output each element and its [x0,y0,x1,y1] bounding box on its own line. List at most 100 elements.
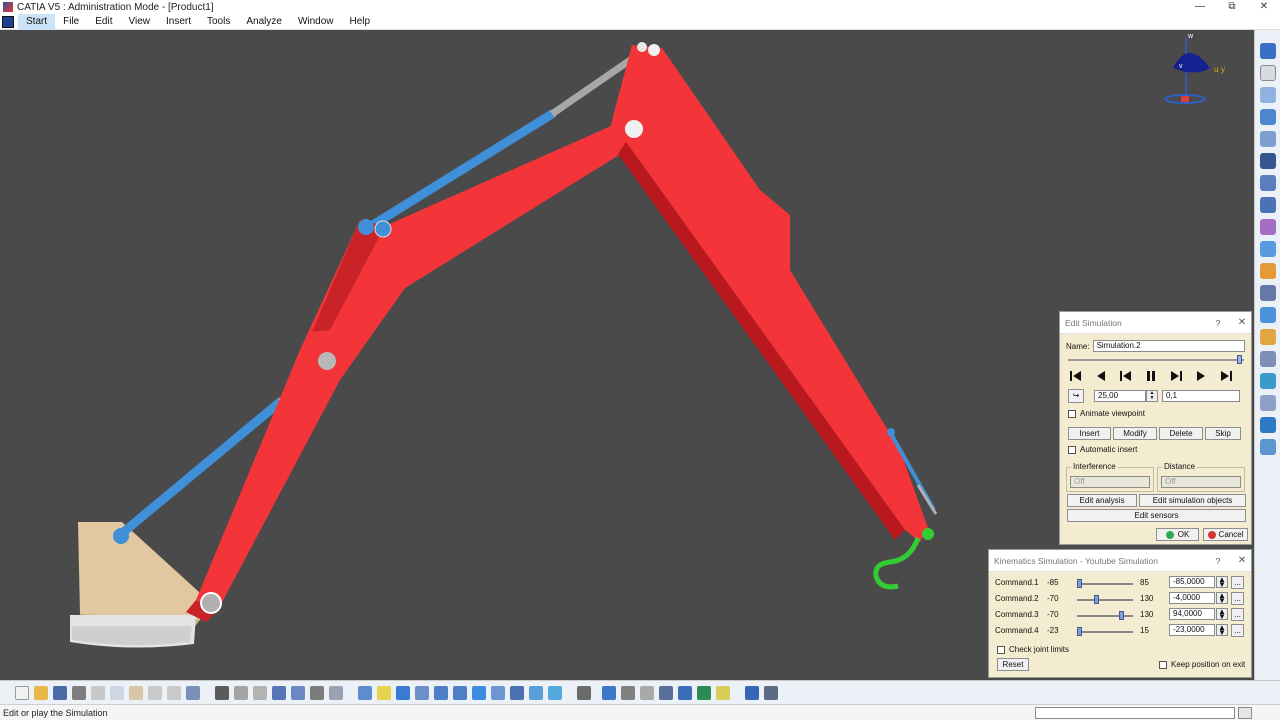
zoom-in-icon[interactable] [433,685,448,700]
ok-button[interactable]: OK [1156,528,1199,541]
command-more-button[interactable]: ... [1231,576,1244,589]
step-value-field[interactable]: 25,00 [1094,390,1146,402]
step-spinner[interactable]: ▲ ▼ [1146,390,1158,402]
paste-icon[interactable] [128,685,143,700]
camera-icon[interactable] [576,685,591,700]
edit-sensors-button[interactable]: Edit sensors [1067,509,1246,522]
command-spinner[interactable]: ▲ ▼ [1216,576,1228,589]
minimize-button[interactable]: — [1184,0,1216,14]
shading-icon[interactable] [528,685,543,700]
edit-analysis-button[interactable]: Edit analysis [1067,494,1137,507]
trace-icon[interactable] [1259,285,1276,301]
speed-acceleration-icon[interactable] [1259,373,1276,389]
command-value-field[interactable]: -85,0000 [1169,576,1215,588]
play-backward-icon[interactable] [1093,369,1109,382]
command-value-field[interactable]: -4,0000 [1169,592,1215,604]
command-slider-thumb[interactable] [1118,611,1124,620]
help-button[interactable]: ? [1203,318,1233,328]
command-value-field[interactable]: 94,0000 [1169,608,1215,620]
fixed-part-icon[interactable] [1259,153,1276,169]
keep-position-checkbox[interactable] [1159,660,1167,669]
assembly-constraint-icon[interactable] [1259,175,1276,191]
animate-viewpoint-checkbox[interactable] [1068,409,1076,418]
tree-icon[interactable] [290,685,305,700]
update-icon[interactable] [1259,417,1276,433]
command-more-button[interactable]: ... [1231,608,1244,621]
menu-view[interactable]: View [120,14,158,30]
compass-snap-icon[interactable] [601,685,616,700]
simulation-name-field[interactable]: Simulation.2 [1092,340,1245,352]
command-more-button[interactable]: ... [1231,624,1244,637]
menu-file[interactable]: File [55,14,87,30]
restore-button[interactable]: ⧉ [1216,0,1248,14]
menu-insert[interactable]: Insert [158,14,199,30]
catalog-icon[interactable] [271,685,286,700]
clash-detection-icon[interactable] [677,685,692,700]
magnifier-icon[interactable] [658,685,673,700]
interval-dropdown[interactable]: 0,1 [1162,390,1240,402]
command-spinner[interactable]: ▲ ▼ [1216,608,1228,621]
insert-button[interactable]: Insert [1068,427,1111,440]
command-spinner[interactable]: ▲ ▼ [1216,624,1228,637]
menu-edit[interactable]: Edit [87,14,120,30]
light-icon[interactable] [715,685,730,700]
edit-simulation-objects-button[interactable]: Edit simulation objects [1139,494,1246,507]
product-icon[interactable] [763,685,778,700]
menu-start[interactable]: Start [18,13,56,30]
joint-icon[interactable] [1259,87,1276,103]
loop-mode-icon[interactable]: ↪ [1068,389,1084,403]
mechanism-analysis-icon[interactable] [1259,351,1276,367]
modify-button[interactable]: Modify [1113,427,1157,440]
command-slider-thumb[interactable] [1093,595,1099,604]
open-file-icon[interactable] [33,685,48,700]
select-arrow-icon[interactable] [1259,65,1276,81]
pan-icon[interactable] [395,685,410,700]
kinematics-simulation-title-bar[interactable]: Kinematics Simulation - Youtube Simulati… [989,550,1251,572]
explode-icon[interactable] [744,685,759,700]
close-dialog-button[interactable]: ✕ [1233,317,1251,328]
command-value-field[interactable]: -23,0000 [1169,624,1215,636]
command-slider[interactable] [1077,631,1133,633]
revolute-joint-icon[interactable] [1259,109,1276,125]
simulation-icon[interactable] [1259,219,1276,235]
tools-icon[interactable] [252,685,267,700]
kin-close-button[interactable]: ✕ [1233,555,1251,566]
whats-this-icon[interactable] [185,685,200,700]
cut-icon[interactable] [90,685,105,700]
comment-icon[interactable] [233,685,248,700]
command-spinner[interactable]: ▲ ▼ [1216,592,1228,605]
menu-tools[interactable]: Tools [199,14,238,30]
compile-simulation-icon[interactable] [1259,241,1276,257]
step-forward-icon[interactable] [1168,369,1184,382]
jump-start-icon[interactable] [1068,369,1084,382]
menu-help[interactable]: Help [342,14,379,30]
interference-dropdown[interactable]: Off [1070,476,1150,488]
step-backward-icon[interactable] [1118,369,1134,382]
kin-help-button[interactable]: ? [1203,556,1233,566]
menu-window[interactable]: Window [290,14,342,30]
jump-end-icon[interactable] [1218,369,1234,382]
new-file-icon[interactable] [14,685,29,700]
play-forward-icon[interactable] [1193,369,1209,382]
dmu-kinematics-icon[interactable] [1259,43,1276,59]
reset-button[interactable]: Reset [997,658,1029,671]
command-more-button[interactable]: ... [1231,592,1244,605]
distance-dropdown[interactable]: Off [1161,476,1241,488]
formula-icon[interactable] [214,685,229,700]
compass-icon[interactable]: w u y v [1164,33,1225,104]
command-slider-thumb[interactable] [1077,627,1082,636]
command-slider-thumb[interactable] [1077,579,1082,588]
edit-simulation-title-bar[interactable]: Edit Simulation ? ✕ [1060,312,1251,334]
annotation-icon[interactable] [696,685,711,700]
command-slider[interactable] [1077,583,1133,585]
timeline-track[interactable] [1068,359,1244,361]
hide-show-icon[interactable] [547,685,562,700]
fit-all-icon[interactable] [376,685,391,700]
menu-analyze[interactable]: Analyze [238,14,290,30]
clash-icon[interactable] [1259,329,1276,345]
swept-volume-icon[interactable] [1259,307,1276,323]
command-slider[interactable] [1077,599,1133,601]
measure-icon[interactable] [620,685,635,700]
sensor-icon[interactable] [1259,263,1276,279]
redo-icon[interactable] [166,685,181,700]
